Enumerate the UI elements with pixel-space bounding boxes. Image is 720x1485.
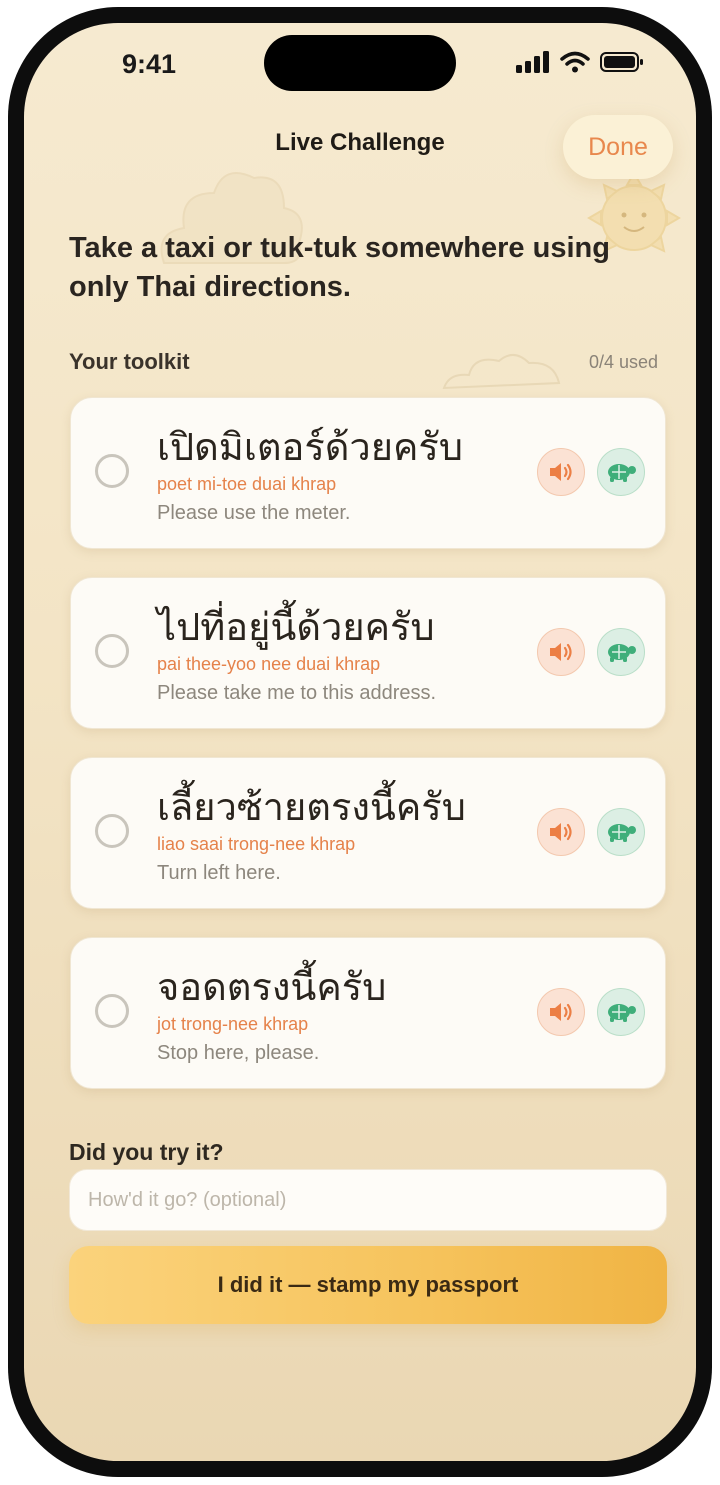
battery-icon (600, 52, 643, 72)
speaker-icon (550, 1003, 572, 1021)
phrase-checkbox[interactable] (95, 634, 129, 668)
toolkit-label: Your toolkit (69, 349, 190, 374)
play-audio-button[interactable] (537, 988, 585, 1036)
phrase-thai: จอดตรงนี้ครับ (157, 965, 387, 1009)
phrase-card[interactable]: เลี้ยวซ้ายตรงนี้ครับ liao saai trong-nee… (70, 757, 666, 909)
phrase-checkbox[interactable] (95, 994, 129, 1028)
phrase-romanization: pai thee-yoo nee duai khrap (157, 654, 381, 674)
small-cloud-decoration-icon (442, 354, 561, 390)
phrase-card[interactable]: จอดตรงนี้ครับ jot trong-nee khrap Stop h… (70, 937, 666, 1089)
slow-play-button[interactable] (597, 988, 645, 1036)
play-audio-button[interactable] (537, 448, 585, 496)
dynamic-island (264, 35, 456, 91)
app-screen: 9:41 Live Challenge Done Take a taxi or … (24, 23, 696, 1461)
toolkit-used-count: 0/4 used (588, 352, 658, 372)
turtle-icon (608, 1004, 636, 1022)
slow-play-button[interactable] (597, 808, 645, 856)
phone-frame: 9:41 Live Challenge Done Take a taxi or … (8, 7, 712, 1477)
play-audio-button[interactable] (537, 628, 585, 676)
phrase-card[interactable]: เปิดมิเตอร์ด้วยครับ poet mi-toe duai khr… (70, 397, 666, 549)
done-button[interactable]: Done (563, 115, 673, 179)
did-you-try-label: Did you try it? (69, 1139, 224, 1165)
wifi-icon (560, 51, 590, 73)
phrase-card[interactable]: ไปที่อยู่นี้ด้วยครับ pai thee-yoo nee du… (70, 577, 666, 729)
phrase-romanization: jot trong-nee khrap (157, 1014, 309, 1034)
phrase-english: Please take me to this address. (157, 682, 437, 704)
phrase-romanization: poet mi-toe duai khrap (157, 474, 337, 494)
feedback-input[interactable] (69, 1169, 667, 1231)
phrase-thai: เลี้ยวซ้ายตรงนี้ครับ (157, 785, 466, 829)
speaker-icon (550, 463, 572, 481)
phrase-romanization: liao saai trong-nee khrap (157, 834, 356, 854)
turtle-icon (608, 644, 636, 662)
phrase-english: Stop here, please. (157, 1042, 320, 1064)
phrase-english: Please use the meter. (157, 502, 351, 524)
phrase-checkbox[interactable] (95, 814, 129, 848)
status-icons (516, 51, 644, 73)
phrase-checkbox[interactable] (95, 454, 129, 488)
phrase-english: Turn left here. (157, 862, 281, 884)
slow-play-button[interactable] (597, 628, 645, 676)
status-time: 9:41 (122, 49, 177, 79)
phrase-thai: ไปที่อยู่นี้ด้วยครับ (157, 605, 435, 649)
stamp-passport-button[interactable]: I did it — stamp my passport (69, 1246, 667, 1324)
turtle-icon (608, 824, 636, 842)
speaker-icon (550, 823, 572, 841)
speaker-icon (550, 643, 572, 661)
slow-play-button[interactable] (597, 448, 645, 496)
phrase-thai: เปิดมิเตอร์ด้วยครับ (157, 425, 463, 469)
play-audio-button[interactable] (537, 808, 585, 856)
challenge-prompt: Take a taxi or tuk-tuk somewhere using o… (69, 232, 610, 303)
cellular-signal-icon (516, 51, 549, 73)
turtle-icon (608, 464, 636, 482)
